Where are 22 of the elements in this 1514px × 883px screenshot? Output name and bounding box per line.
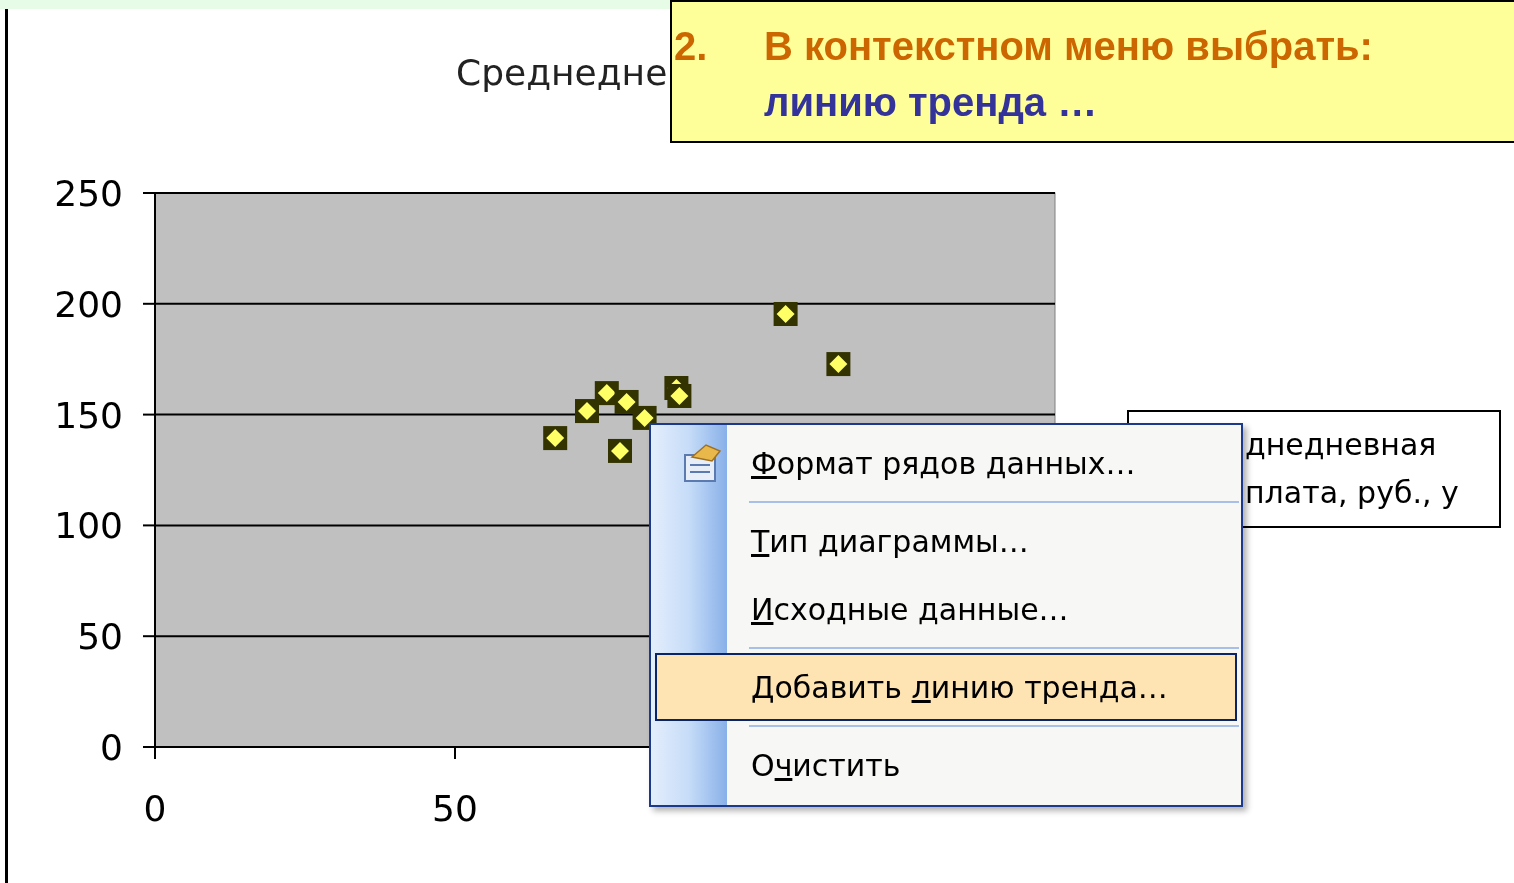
x-tick-label: 0 xyxy=(143,788,167,829)
legend-text: днедневная плата, руб., у xyxy=(1245,426,1460,512)
menu-item[interactable]: Добавить линию тренда… xyxy=(655,653,1237,721)
data-point xyxy=(826,352,851,377)
y-tick-label: 0 xyxy=(100,727,123,768)
y-tick-label: 150 xyxy=(54,394,123,436)
chart-title: Среднедне xyxy=(456,52,668,94)
instruction-text: В контекстном меню выбрать: xyxy=(764,23,1373,70)
data-point xyxy=(575,399,599,424)
y-tick-label: 250 xyxy=(54,173,123,214)
x-tick-label: 50 xyxy=(432,788,478,829)
menu-item[interactable]: Очистить xyxy=(655,731,1237,799)
y-tick-label: 200 xyxy=(54,283,123,325)
menu-item[interactable]: Формат рядов данных… xyxy=(655,429,1237,497)
menu-item[interactable]: Исходные данные… xyxy=(655,575,1237,643)
data-point xyxy=(667,384,692,408)
menu-item[interactable]: Тип диаграммы… xyxy=(655,507,1237,575)
y-tick-label: 100 xyxy=(54,505,123,547)
data-point xyxy=(608,438,632,463)
y-tick-label: 50 xyxy=(77,616,123,658)
instruction-text: линию тренда … xyxy=(764,79,1099,126)
step-number: 2. xyxy=(674,23,709,70)
